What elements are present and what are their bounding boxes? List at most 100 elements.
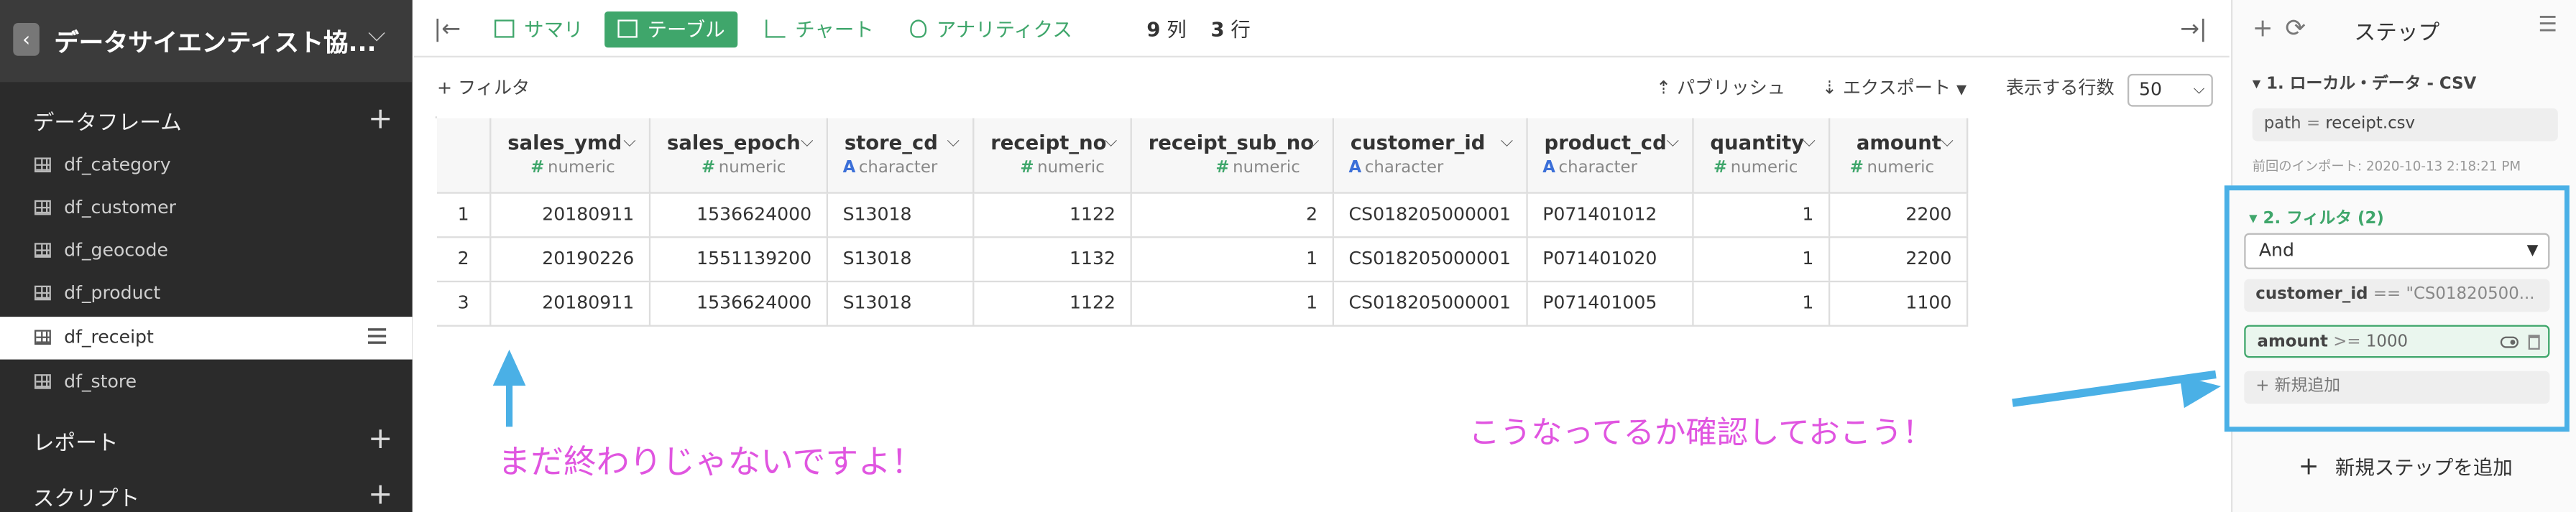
plus-icon[interactable]: + <box>2253 13 2273 42</box>
add-step-button[interactable]: + 新規ステップを追加 <box>2299 452 2513 481</box>
add-dataframe-icon[interactable]: + <box>368 104 392 134</box>
sidebar-item-df-receipt[interactable]: df_receipt <box>0 317 413 360</box>
column-header[interactable]: receipt_no ⌵ # numeric <box>974 118 1132 192</box>
filter-bar: + フィルタ ⇡ パブリッシュ ⇣ エクスポート ▼ 表示する行数 <box>414 57 2230 113</box>
table-cell[interactable]: 1100 <box>1830 282 1969 325</box>
sidebar-item-df-customer[interactable]: df_customer <box>0 187 413 230</box>
caret-down-icon: ▼ <box>1956 82 1967 97</box>
chevron-down-icon[interactable]: ⌵ <box>1941 133 1953 151</box>
filter-condition-1[interactable]: customer_id == "CS01820500... <box>2244 279 2550 312</box>
condition-value: 1000 <box>2365 332 2409 352</box>
logic-select[interactable]: And ▼ <box>2244 233 2550 269</box>
column-header[interactable]: receipt_sub_no ⌵ # numeric <box>1132 118 1334 192</box>
table-cell[interactable]: CS018205000001 <box>1334 282 1528 325</box>
column-type-label: character <box>858 159 938 177</box>
table-cell[interactable]: 1132 <box>974 238 1132 281</box>
sidebar-item-df-geocode[interactable]: df_geocode <box>0 230 413 272</box>
table-cell[interactable]: 1122 <box>974 193 1132 237</box>
table-cell[interactable]: 1 <box>1132 282 1334 325</box>
view-toolbar: |← サマリ テーブル チャート アナリティクス 9 列 3 行 →| <box>413 0 2230 57</box>
toggle-icon[interactable] <box>2500 336 2518 348</box>
sidebar-item-df-store[interactable]: df_store <box>0 361 413 404</box>
table-icon <box>34 243 51 258</box>
table-cell[interactable]: S13018 <box>828 282 975 325</box>
step2-title[interactable]: ▾ 2. フィルタ (2) <box>2249 203 2384 228</box>
table-cell[interactable]: 2 <box>1132 193 1334 237</box>
chevron-down-icon[interactable]: ⌵ <box>1667 133 1679 151</box>
sidebar-item-label: df_product <box>64 282 161 304</box>
collapse-right-icon[interactable]: →| <box>2180 11 2207 47</box>
table-cell[interactable]: 1551139200 <box>650 238 828 281</box>
column-name: store_cd <box>844 131 938 154</box>
sidebar-item-df-category[interactable]: df_category <box>0 144 413 187</box>
tab-table[interactable]: テーブル <box>604 11 738 48</box>
step1-title[interactable]: ▾ 1. ローカル・データ - CSV <box>2253 69 2477 93</box>
column-header[interactable]: sales_epoch ⌵ # numeric <box>650 118 828 192</box>
rows-select[interactable]: 50 ⌵ <box>2127 73 2213 107</box>
row-index: 3 <box>437 282 492 325</box>
rows-label: 表示する行数 <box>2005 77 2115 99</box>
tab-analytics[interactable]: アナリティクス <box>907 11 1072 47</box>
table-cell[interactable]: P071401020 <box>1528 238 1694 281</box>
column-header[interactable]: quantity ⌵ # numeric <box>1694 118 1831 192</box>
add-filter-button[interactable]: + フィルタ <box>437 74 530 101</box>
chevron-left-icon[interactable]: ‹ <box>13 22 40 56</box>
table-cell[interactable]: CS018205000001 <box>1334 238 1528 281</box>
filter-condition-2[interactable]: amount >= 1000 <box>2244 325 2550 358</box>
menu-icon[interactable] <box>367 328 387 345</box>
table-cell[interactable]: 1122 <box>974 282 1132 325</box>
character-type-icon: A <box>842 159 856 177</box>
step1-param[interactable]: path = receipt.csv <box>2252 108 2558 141</box>
trash-icon[interactable] <box>2528 335 2540 350</box>
chevron-down-icon[interactable]: ⌵ <box>623 133 635 151</box>
export-button[interactable]: ⇣ エクスポート ▼ <box>1822 74 1966 101</box>
sidebar-item-df-product[interactable]: df_product <box>0 272 413 315</box>
table-cell[interactable]: 1 <box>1132 238 1334 281</box>
numeric-type-icon: # <box>1215 159 1230 177</box>
chevron-down-icon[interactable]: ⌵ <box>947 133 959 151</box>
table-cell[interactable]: S13018 <box>828 193 975 237</box>
table-cell[interactable]: CS018205000001 <box>1334 193 1528 237</box>
param-key: path <box>2263 114 2301 134</box>
add-script-icon[interactable]: + <box>368 480 392 511</box>
table-cell[interactable]: 2200 <box>1830 193 1969 237</box>
table-cell[interactable]: 1536624000 <box>650 193 828 237</box>
table-cell[interactable]: P071401005 <box>1528 282 1694 325</box>
chevron-down-icon[interactable]: ⌵ <box>801 133 813 151</box>
table-cell[interactable]: 2200 <box>1830 238 1969 281</box>
settings-icon[interactable]: ☰ <box>2538 13 2557 37</box>
table-cell[interactable]: P071401012 <box>1528 193 1694 237</box>
table-cell[interactable]: 1 <box>1694 238 1831 281</box>
add-condition-button[interactable]: + 新規追加 <box>2244 371 2550 404</box>
numeric-type-icon: # <box>701 159 716 177</box>
column-header[interactable]: customer_id ⌵ Acharacter <box>1334 118 1528 192</box>
chevron-down-icon[interactable]: ⌵ <box>1501 133 1513 151</box>
column-header[interactable]: sales_ymd ⌵ # numeric <box>491 118 651 192</box>
tab-summary[interactable]: サマリ <box>491 11 583 47</box>
refresh-icon[interactable]: ⟳ <box>2285 13 2306 42</box>
table-cell[interactable]: S13018 <box>828 238 975 281</box>
publish-button[interactable]: ⇡ パブリッシュ <box>1656 74 1785 101</box>
column-header[interactable]: store_cd ⌵ Acharacter <box>828 118 975 192</box>
table-cell[interactable]: 20180911 <box>491 282 651 325</box>
chevron-down-icon[interactable]: ⌵ <box>1307 133 1319 151</box>
column-header[interactable]: amount ⌵ # numeric <box>1830 118 1969 192</box>
tab-table-label: テーブル <box>647 18 725 42</box>
project-header[interactable]: ‹ データサイエンティスト協... ⌵ <box>0 0 413 83</box>
chevron-down-icon[interactable]: ⌵ <box>368 22 385 48</box>
tab-chart[interactable]: チャート <box>763 11 874 47</box>
column-type-label: numeric <box>718 159 786 177</box>
add-report-icon[interactable]: + <box>368 424 392 455</box>
plus-icon: + <box>2298 451 2319 481</box>
table-cell[interactable]: 1536624000 <box>650 282 828 325</box>
collapse-left-icon[interactable]: |← <box>433 11 461 47</box>
column-type: # numeric <box>1215 159 1300 177</box>
table-cell[interactable]: 20180911 <box>491 193 651 237</box>
upload-icon: ⇡ <box>1655 77 1672 99</box>
table-cell[interactable]: 20190226 <box>491 238 651 281</box>
chevron-down-icon[interactable]: ⌵ <box>1105 133 1117 151</box>
table-cell[interactable]: 1 <box>1694 282 1831 325</box>
table-cell[interactable]: 1 <box>1694 193 1831 237</box>
chevron-down-icon[interactable]: ⌵ <box>1803 133 1815 151</box>
column-header[interactable]: product_cd ⌵ Acharacter <box>1528 118 1694 192</box>
